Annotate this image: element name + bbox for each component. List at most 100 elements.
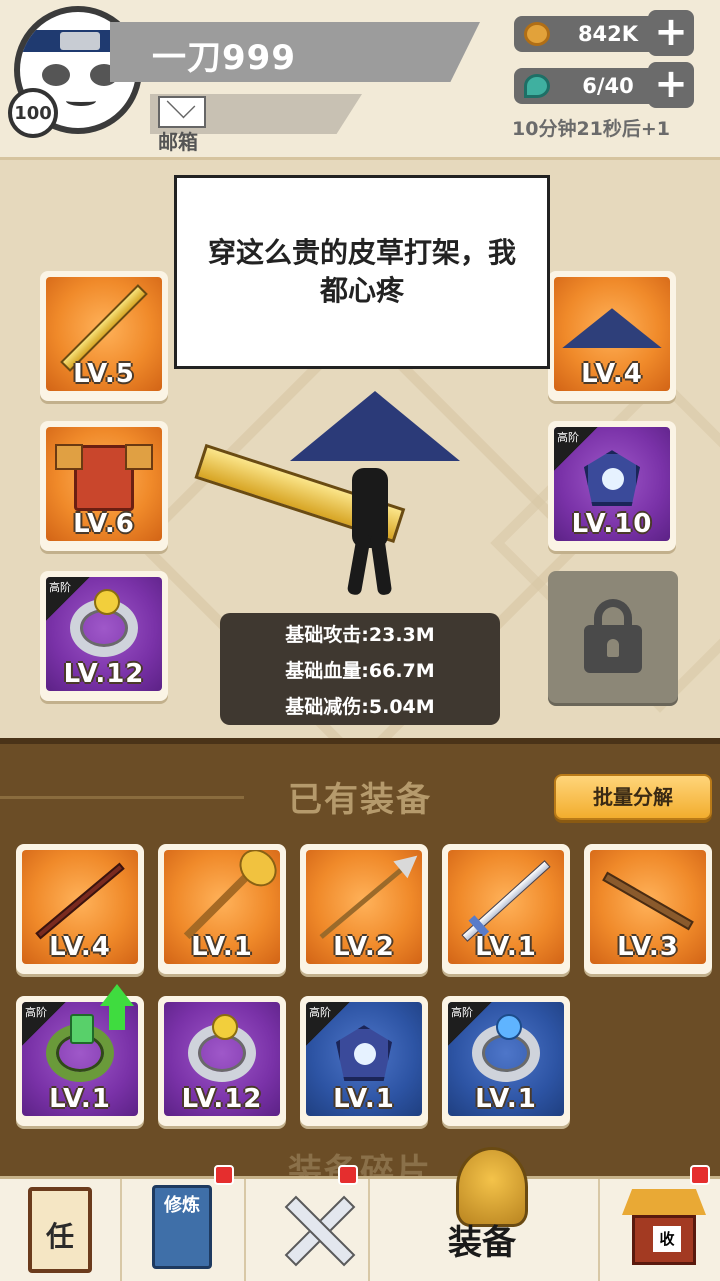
speech-bubble: 穿这么贵的皮草打架，我都心疼 [174,175,550,369]
nav-equipment[interactable]: 装备 [370,1147,600,1281]
staff-icon [35,862,125,940]
nav-cultivate[interactable]: 修炼 [122,1165,246,1281]
stamina-value: 6/40 [582,74,634,98]
nav-collect[interactable]: 收 [600,1165,720,1281]
inventory-item[interactable]: LV.2 [300,844,428,974]
crossed-swords-icon [282,1193,354,1265]
slot-background: LV.1 [164,850,280,964]
slot-background: LV.4 [22,850,138,964]
nav-tasks-label: 任 [45,1220,74,1253]
stamina-drop-icon [524,74,550,98]
item-level: LV.4 [49,932,111,962]
notification-dot [338,1165,358,1185]
slot-background: 高阶 LV.1 [448,1002,564,1116]
item-level: LV.1 [475,932,537,962]
tier-badge: 高阶 [554,427,598,471]
upgrade-arrow-icon [100,984,134,1032]
hero-hat [290,391,460,461]
nav-tasks[interactable]: 任 [0,1179,122,1281]
slot-level: LV.6 [73,509,135,539]
inventory-item[interactable]: LV.3 [584,844,712,974]
character-stage: LV.5 LV.6 高阶 LV.12 LV.4 高阶 LV.10 穿这么贵的皮草… [0,163,720,738]
slot-level: LV.5 [73,359,135,389]
item-level: LV.3 [617,932,679,962]
stamina-counter: 6/40 + [514,62,694,108]
item-level: LV.1 [191,932,253,962]
tier-badge: 高阶 [22,1002,66,1046]
padlock-body [584,625,642,673]
add-coins-button[interactable]: + [648,10,694,56]
item-level: LV.2 [333,932,395,962]
avatar-eye-left [42,64,70,86]
slot-background: LV.3 [590,850,706,964]
tier-label: 高阶 [451,1006,473,1019]
coin-icon [524,22,550,46]
equip-slot-ring[interactable]: 高阶 LV.12 [40,571,168,701]
hero-character[interactable] [194,373,460,603]
slot-level: LV.4 [581,359,643,389]
equip-slot-weapon[interactable]: LV.5 [40,271,168,401]
inventory-panel: 已有装备 批量分解 LV.4 LV.1 LV.2 LV.1 LV.3 高阶 LV… [0,738,720,1192]
coin-value: 842K [577,22,639,46]
sword-icon [461,860,551,943]
tier-badge: 高阶 [46,577,90,621]
locked-equip-slot[interactable] [548,571,678,703]
inventory-item[interactable]: LV.1 [158,844,286,974]
stamina-refill-timer: 10分钟21秒后+1 [512,118,671,140]
slot-background: 高阶 LV.1 [306,1002,422,1116]
equip-slot-amulet[interactable]: 高阶 LV.10 [548,421,676,551]
equip-slot-hat[interactable]: LV.4 [548,271,676,401]
slot-background: LV.2 [306,850,422,964]
slot-background: 高阶 LV.12 [46,577,162,691]
headband-plate [60,32,100,50]
item-level: LV.1 [49,1084,111,1114]
bottom-nav: 任 修炼 装备 收 [0,1147,720,1281]
bulk-dismantle-button[interactable]: 批量分解 [554,774,712,820]
flute-icon [602,871,694,931]
mace-icon [183,863,261,940]
notification-dot [214,1165,234,1185]
inventory-item[interactable]: 高阶 LV.1 [300,996,428,1126]
player-level-badge: 100 [8,88,58,138]
hero-leg-left [346,532,372,596]
stat-hp: 基础血量:66.7M [285,660,435,682]
tier-badge: 高阶 [448,1002,492,1046]
shop-icon: 收 [622,1189,706,1265]
nav-battle[interactable] [246,1165,370,1281]
tier-badge: 高阶 [306,1002,350,1046]
slot-background: LV.4 [554,277,670,391]
slot-background: LV.12 [164,1002,280,1116]
top-bar: 100 一刀999 邮箱 842K + 6/40 + 10分钟21秒后+1 [0,0,720,160]
item-level: LV.1 [475,1084,537,1114]
book-icon: 修炼 [152,1185,212,1269]
stat-damage-reduction: 基础减伤:5.04M [285,696,435,718]
shop-body: 收 [632,1215,696,1265]
tier-label: 高阶 [557,431,579,444]
hero-leg-right [369,532,393,596]
inventory-item[interactable]: 高阶 LV.1 [442,996,570,1126]
inventory-item[interactable]: LV.4 [16,844,144,974]
mail-icon[interactable] [158,96,206,128]
slot-level: LV.10 [571,509,653,539]
equip-slot-armor[interactable]: LV.6 [40,421,168,551]
spear-icon [319,863,409,940]
add-stamina-button[interactable]: + [648,62,694,108]
ring-icon [188,1014,256,1083]
scroll-icon: 任 [28,1187,92,1273]
shop-roof [622,1189,706,1215]
slot-background: LV.1 [448,850,564,964]
mail-label[interactable]: 邮箱 [158,126,198,155]
inventory-item[interactable]: LV.12 [158,996,286,1126]
avatar-mouth [66,96,96,106]
tier-label: 高阶 [309,1006,331,1019]
slot-background: LV.5 [46,277,162,391]
stats-panel: 基础攻击:23.3M 基础血量:66.7M 基础减伤:5.04M [220,613,500,725]
player-name: 一刀999 [152,38,296,78]
inventory-item[interactable]: LV.1 [442,844,570,974]
item-level: LV.12 [181,1084,263,1114]
armor-icon [55,444,153,512]
notification-dot [690,1165,710,1185]
tier-label: 高阶 [49,581,71,594]
straw-hat-icon [562,308,662,349]
slot-level: LV.12 [63,659,145,689]
